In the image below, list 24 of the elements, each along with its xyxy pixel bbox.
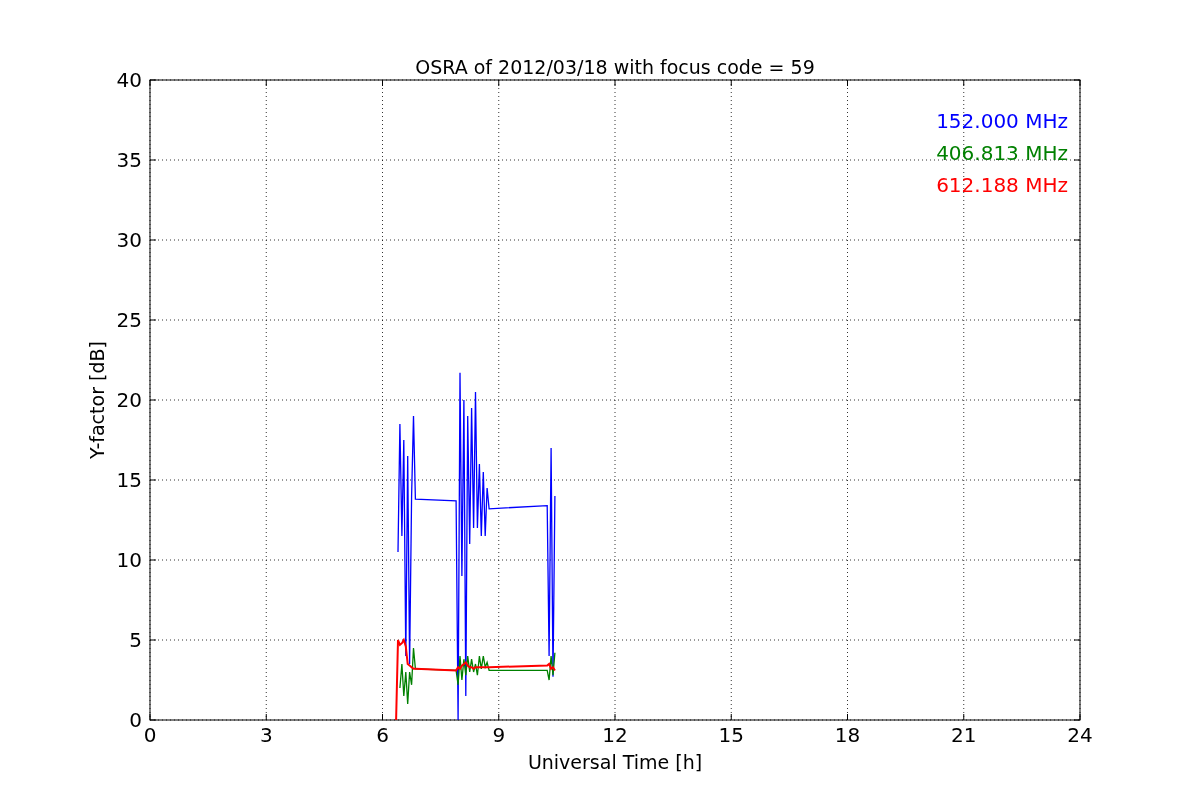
tick-label: 3 — [259, 723, 273, 747]
tick-label: 18 — [834, 723, 861, 747]
tick-label: 10 — [116, 548, 142, 572]
tick-label: 5 — [129, 628, 142, 652]
tick-label: 25 — [116, 308, 142, 332]
tick-label: 40 — [116, 68, 142, 92]
tick-label: 20 — [116, 388, 142, 412]
tick-label: 9 — [492, 723, 506, 747]
tick-label: 15 — [116, 468, 142, 492]
tick-label: 30 — [116, 228, 142, 252]
tick-label: 0 — [129, 708, 142, 732]
tick-label: 0 — [143, 723, 157, 747]
x-axis-label: Universal Time [h] — [527, 751, 703, 773]
tick-label: 12 — [602, 723, 628, 747]
tick-label: 15 — [718, 723, 744, 747]
tick-label: 6 — [376, 723, 389, 747]
chart-title: OSRA of 2012/03/18 with focus code = 59 — [415, 56, 815, 78]
legend-label: 406.813 MHz — [936, 141, 1068, 165]
tick-label: 35 — [116, 148, 142, 172]
tick-label: 24 — [1067, 723, 1093, 747]
legend-label: 612.188 MHz — [936, 173, 1068, 197]
tick-label: 21 — [951, 723, 977, 747]
y-axis-label: Y-factor [dB] — [86, 341, 108, 459]
legend-label: 152.000 MHz — [936, 109, 1068, 133]
